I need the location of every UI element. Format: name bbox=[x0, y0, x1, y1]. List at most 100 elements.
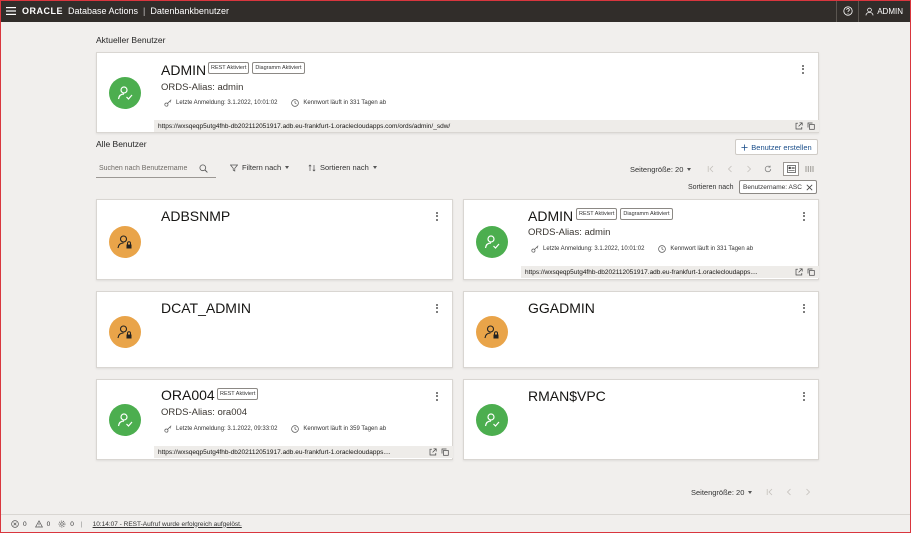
user-avatar-locked bbox=[476, 316, 508, 348]
table-view-icon[interactable] bbox=[801, 162, 817, 176]
menu-icon[interactable] bbox=[0, 0, 22, 22]
error-icon[interactable] bbox=[11, 520, 19, 528]
user-card[interactable]: ADBSNMP bbox=[96, 199, 453, 280]
chevron-down-icon bbox=[748, 491, 753, 494]
user-check-icon bbox=[484, 235, 500, 249]
plus-icon bbox=[741, 143, 748, 151]
search-box bbox=[96, 160, 216, 178]
user-avatar-locked bbox=[109, 226, 141, 258]
copy-icon[interactable] bbox=[807, 268, 815, 276]
user-lock-icon bbox=[117, 235, 132, 249]
more-actions-icon[interactable] bbox=[800, 302, 808, 314]
refresh-icon[interactable] bbox=[764, 165, 772, 173]
page-size-select-bottom[interactable]: Seitengröße: 20 bbox=[691, 488, 753, 497]
search-icon[interactable] bbox=[199, 164, 208, 173]
user-name: ADMIN bbox=[161, 62, 207, 78]
user-icon bbox=[865, 7, 874, 15]
password-expiry: Kennwort läuft in 331 Tagen ab bbox=[670, 246, 754, 252]
key-icon bbox=[531, 245, 539, 253]
copy-icon[interactable] bbox=[441, 448, 449, 456]
more-actions-icon[interactable] bbox=[800, 390, 808, 402]
sdw-url-bar: https://wxsqeqp5utg4fhb-db202112051917.a… bbox=[521, 266, 819, 278]
user-card[interactable]: GGADMIN bbox=[463, 291, 819, 368]
first-page-icon[interactable] bbox=[766, 488, 774, 496]
brand-separator: | bbox=[143, 6, 146, 16]
key-icon bbox=[164, 425, 172, 433]
user-menu-label: ADMIN bbox=[877, 6, 903, 16]
first-page-icon[interactable] bbox=[707, 165, 715, 173]
create-user-button[interactable]: Benutzer erstellen bbox=[735, 139, 818, 155]
user-menu[interactable]: ADMIN bbox=[858, 0, 911, 22]
open-external-icon[interactable] bbox=[795, 268, 803, 276]
close-icon[interactable] bbox=[806, 184, 813, 191]
open-external-icon[interactable] bbox=[795, 122, 803, 130]
copy-icon[interactable] bbox=[807, 122, 815, 130]
clock-icon bbox=[291, 99, 300, 107]
search-input[interactable] bbox=[99, 165, 199, 172]
key-icon bbox=[164, 99, 172, 107]
chevron-down-icon bbox=[285, 166, 290, 169]
user-card[interactable]: ADMIN REST Aktiviert Diagramm Aktiviert … bbox=[463, 199, 819, 280]
more-actions-icon[interactable] bbox=[799, 63, 807, 75]
last-login: Letzte Anmeldung: 3.1.2022, 10:01:02 bbox=[543, 246, 645, 252]
user-check-icon bbox=[484, 413, 500, 427]
previous-page-icon[interactable] bbox=[785, 488, 793, 496]
more-actions-icon[interactable] bbox=[433, 302, 441, 314]
user-avatar-active bbox=[109, 77, 141, 109]
status-message-link[interactable]: 10:14:07 - REST-Aufruf wurde erfolgreich… bbox=[93, 521, 242, 528]
user-card[interactable]: ORA004 REST Aktiviert ORDS-Alias: ora004… bbox=[96, 379, 453, 460]
sort-button[interactable]: Sortieren nach bbox=[308, 163, 377, 172]
sort-chip: Benutzername: ASC bbox=[739, 180, 817, 194]
user-lock-icon bbox=[484, 325, 499, 339]
sdw-url-bar: https://wxsqeqp5utg4fhb-db202112051917.a… bbox=[154, 120, 819, 132]
password-expiry: Kennwort läuft in 331 Tagen ab bbox=[303, 100, 387, 106]
sdw-url-bar: https://wxsqeqp5utg4fhb-db202112051917.a… bbox=[154, 446, 453, 458]
user-avatar-active bbox=[109, 404, 141, 436]
page-size-label: Seitengröße: 20 bbox=[691, 488, 745, 497]
brand: ORACLE Database Actions | Datenbankbenut… bbox=[22, 6, 229, 16]
rest-enabled-badge: REST Aktiviert bbox=[217, 388, 259, 400]
next-page-icon[interactable] bbox=[804, 488, 812, 496]
sdw-url[interactable]: https://wxsqeqp5utg4fhb-db202112051917.a… bbox=[158, 449, 429, 456]
help-icon[interactable] bbox=[836, 0, 858, 22]
last-login: Letzte Anmeldung: 3.1.2022, 10:01:02 bbox=[176, 100, 278, 106]
rest-enabled-badge: REST Aktiviert bbox=[208, 62, 250, 74]
warning-icon[interactable] bbox=[34, 520, 43, 528]
user-check-icon bbox=[117, 86, 133, 100]
more-actions-icon[interactable] bbox=[433, 210, 441, 222]
pagination-top bbox=[707, 165, 772, 173]
filter-label: Filtern nach bbox=[242, 163, 282, 172]
sdw-url[interactable]: https://wxsqeqp5utg4fhb-db202112051917.a… bbox=[525, 269, 795, 276]
next-page-icon[interactable] bbox=[745, 165, 753, 173]
ords-alias: ORDS-Alias: admin bbox=[161, 82, 244, 93]
filter-button[interactable]: Filtern nach bbox=[230, 163, 290, 172]
more-actions-icon[interactable] bbox=[800, 210, 808, 222]
open-external-icon[interactable] bbox=[429, 448, 437, 456]
sort-chip-label: Benutzername: ASC bbox=[743, 183, 802, 191]
ords-alias: ORDS-Alias: ora004 bbox=[161, 407, 248, 418]
user-avatar-locked bbox=[109, 316, 141, 348]
top-bar: ORACLE Database Actions | Datenbankbenut… bbox=[0, 0, 911, 22]
card-view-icon[interactable] bbox=[783, 162, 799, 176]
previous-page-icon[interactable] bbox=[726, 165, 734, 173]
clock-icon bbox=[658, 245, 667, 253]
chevron-down-icon bbox=[687, 168, 692, 171]
user-card[interactable]: DCAT_ADMIN bbox=[96, 291, 453, 368]
more-actions-icon[interactable] bbox=[433, 390, 441, 402]
password-expiry: Kennwort läuft in 359 Tagen ab bbox=[303, 426, 387, 432]
user-name: RMAN$VPC bbox=[528, 388, 606, 404]
all-users-heading: Alle Benutzer bbox=[96, 139, 147, 149]
warning-count: 0 bbox=[46, 520, 51, 528]
gear-icon[interactable] bbox=[58, 520, 66, 528]
user-card[interactable]: RMAN$VPC bbox=[463, 379, 819, 460]
sdw-url[interactable]: https://wxsqeqp5utg4fhb-db202112051917.a… bbox=[158, 123, 795, 130]
user-check-icon bbox=[117, 413, 133, 427]
page-size-select[interactable]: Seitengröße: 20 bbox=[630, 165, 692, 174]
current-user-heading: Aktueller Benutzer bbox=[96, 35, 166, 45]
rest-enabled-badge: REST Aktiviert bbox=[576, 208, 618, 220]
filter-icon bbox=[230, 164, 238, 172]
ords-alias: ORDS-Alias: admin bbox=[528, 227, 611, 238]
current-user-card: ADMIN REST Aktiviert Diagramm Aktiviert … bbox=[96, 52, 819, 133]
sort-label: Sortieren nach bbox=[320, 163, 369, 172]
clock-icon bbox=[291, 425, 300, 433]
